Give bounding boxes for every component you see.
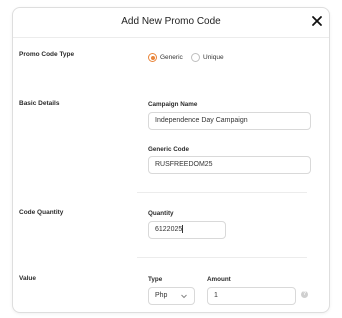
campaign-name-input[interactable]: Independence Day Campaign [148, 112, 311, 130]
quantity-input[interactable]: 6122025 [148, 221, 226, 239]
amount-label: Amount [207, 276, 231, 283]
text-cursor [182, 225, 184, 234]
type-select[interactable]: Php [148, 287, 195, 305]
amount-input[interactable]: 1 [207, 287, 296, 305]
modal-header: Add New Promo Code [13, 8, 329, 38]
type-label: Type [148, 276, 163, 283]
type-select-value: Php [155, 292, 168, 299]
quantity-value: 6122025 [155, 226, 183, 233]
value-label: Value [19, 275, 36, 282]
unique-radio-label[interactable]: Unique [203, 54, 224, 61]
unique-radio[interactable] [191, 53, 200, 62]
chevron-down-icon [181, 294, 187, 299]
code-quantity-label: Code Quantity [19, 209, 64, 216]
generic-code-label: Generic Code [148, 146, 189, 153]
divider [137, 257, 307, 258]
help-icon[interactable]: ? [301, 291, 308, 298]
divider [137, 192, 307, 193]
close-icon[interactable] [310, 14, 324, 28]
modal-title: Add New Promo Code [121, 16, 221, 27]
campaign-name-label: Campaign Name [148, 101, 198, 108]
generic-radio[interactable] [148, 53, 157, 62]
promo-code-type-label: Promo Code Type [19, 51, 75, 58]
basic-details-label: Basic Details [19, 100, 60, 107]
generic-code-input[interactable]: RUSFREEDOM25 [148, 156, 311, 174]
quantity-label: Quantity [148, 210, 174, 217]
generic-radio-label[interactable]: Generic [160, 54, 183, 61]
